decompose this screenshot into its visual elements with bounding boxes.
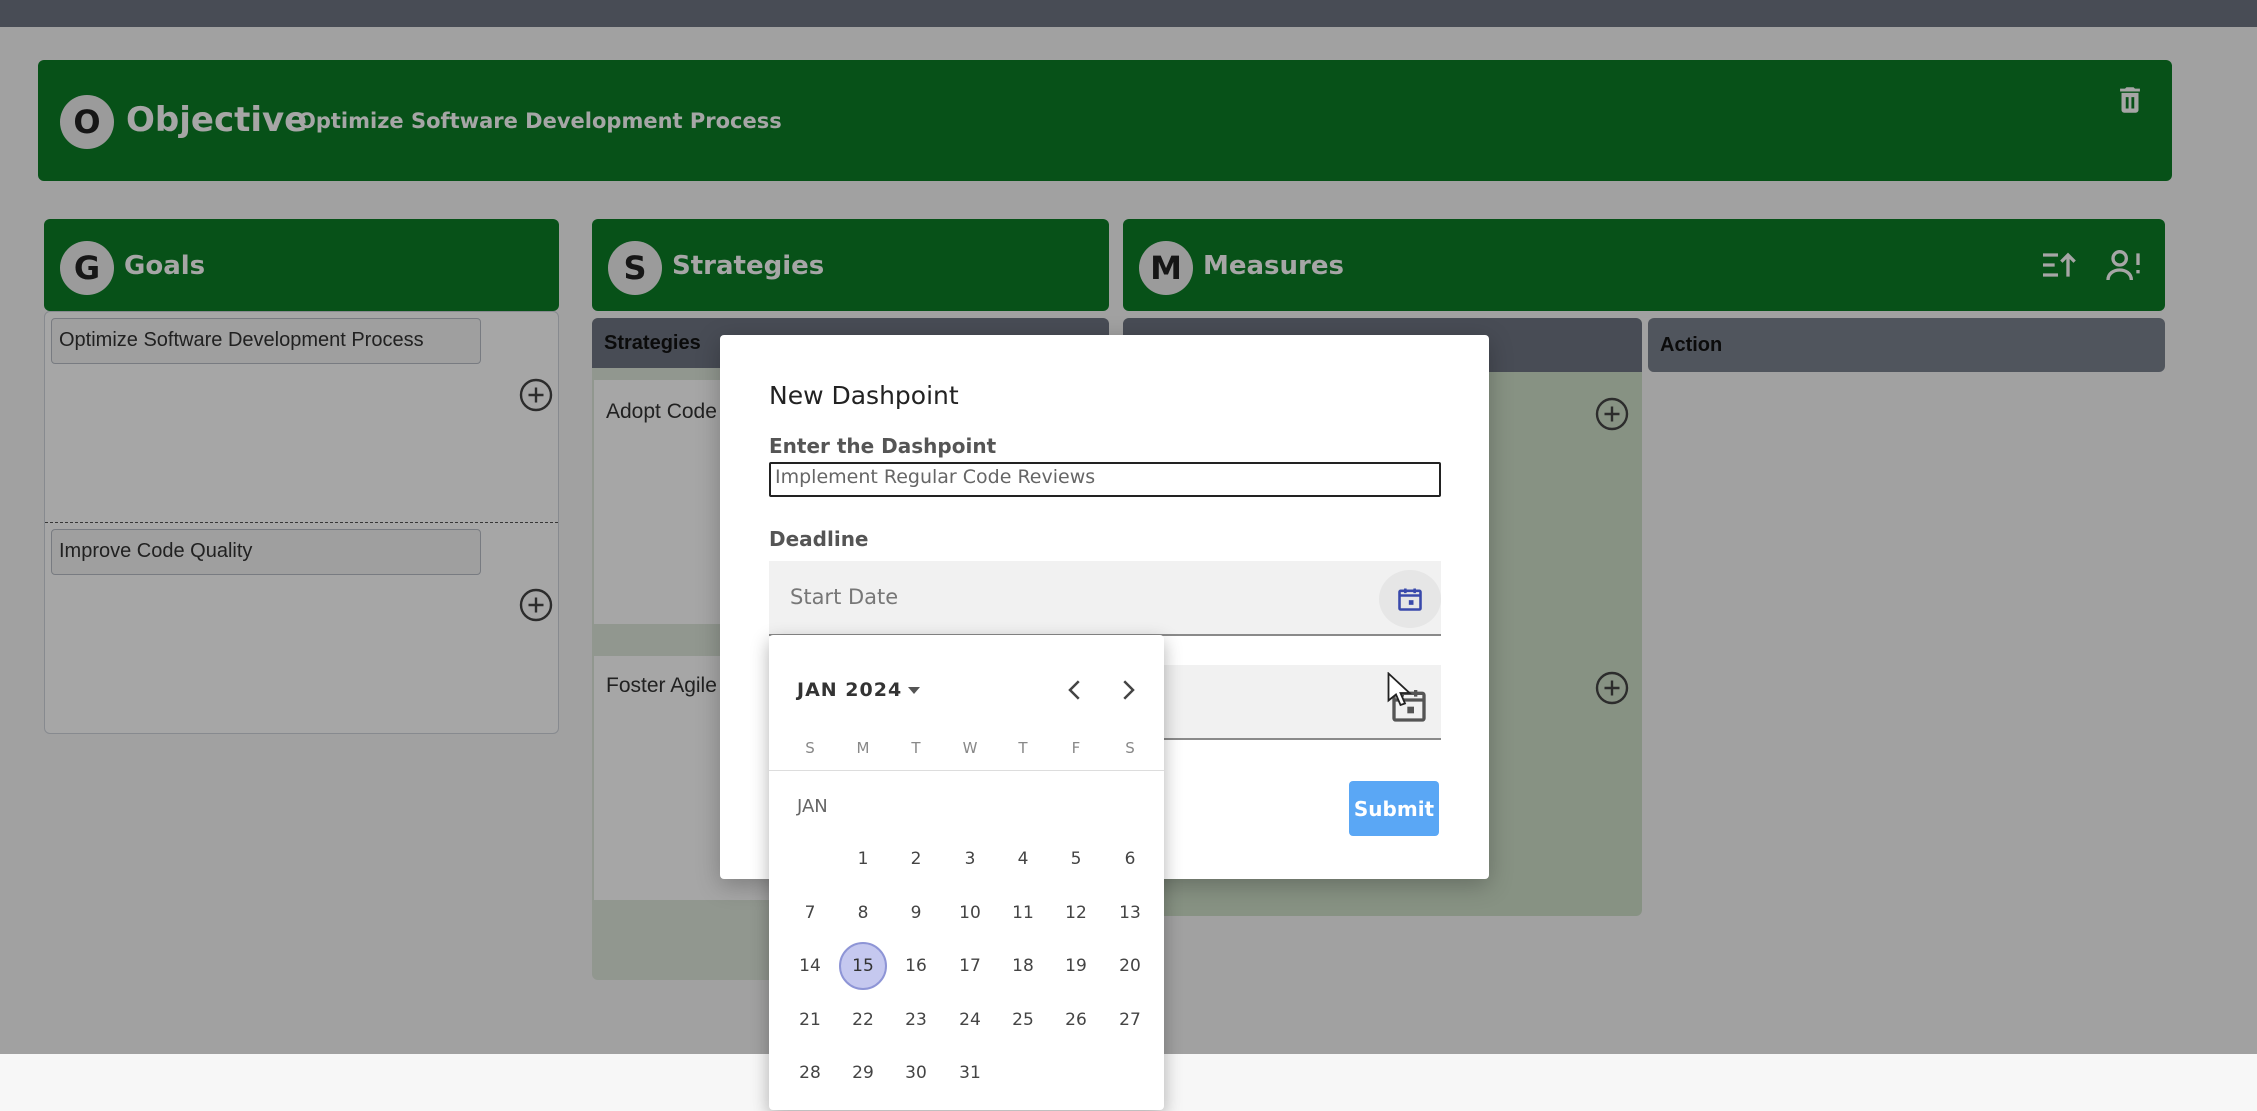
calendar-day[interactable]: 18 bbox=[999, 942, 1047, 990]
calendar-icon bbox=[1398, 588, 1422, 611]
weekday-label: S bbox=[1125, 739, 1135, 757]
weekday-separator bbox=[769, 770, 1164, 771]
calendar-day[interactable]: 19 bbox=[1052, 942, 1100, 990]
weekday-label: T bbox=[1018, 739, 1028, 757]
calendar-day[interactable]: 12 bbox=[1052, 889, 1100, 937]
mouse-cursor-icon bbox=[1387, 672, 1412, 707]
weekday-label: W bbox=[962, 739, 978, 757]
calendar-day[interactable]: 25 bbox=[999, 996, 1047, 1044]
calendar-day[interactable]: 17 bbox=[946, 942, 994, 990]
deadline-label: Deadline bbox=[769, 527, 869, 551]
weekday-label: F bbox=[1071, 739, 1081, 757]
calendar-day[interactable]: 28 bbox=[786, 1049, 834, 1097]
calendar-day[interactable]: 9 bbox=[892, 889, 940, 937]
calendar-day[interactable]: 1 bbox=[839, 835, 887, 883]
weekday-label: M bbox=[856, 739, 870, 757]
date-picker-popup: JAN 2024 SMTWTFS JAN 1 2 3 4 5 6 7 8 9 10 11 12 13 14… bbox=[769, 635, 1164, 1110]
calendar-day[interactable]: 30 bbox=[892, 1049, 940, 1097]
calendar-day[interactable]: 11 bbox=[999, 889, 1047, 937]
calendar-day[interactable]: 27 bbox=[1106, 996, 1154, 1044]
calendar-day[interactable]: 21 bbox=[786, 996, 834, 1044]
calendar-day[interactable]: 20 bbox=[1106, 942, 1154, 990]
weekday-label: T bbox=[911, 739, 921, 757]
calendar-day[interactable]: 29 bbox=[839, 1049, 887, 1097]
start-date-placeholder: Start Date bbox=[790, 585, 899, 609]
caret-down-icon bbox=[908, 687, 921, 694]
month-label: JAN bbox=[797, 796, 828, 817]
calendar-day[interactable]: 23 bbox=[892, 996, 940, 1044]
calendar-day[interactable]: 7 bbox=[786, 889, 834, 937]
dialog-title: New Dashpoint bbox=[769, 381, 959, 410]
calendar-day[interactable]: 4 bbox=[999, 835, 1047, 883]
month-year-select[interactable]: JAN 2024 bbox=[797, 679, 921, 701]
calendar-day[interactable]: 24 bbox=[946, 996, 994, 1044]
month-year-label: JAN 2024 bbox=[797, 679, 903, 701]
selected-day[interactable]: 15 bbox=[839, 942, 887, 990]
calendar-day[interactable]: 8 bbox=[839, 889, 887, 937]
calendar-day[interactable]: 10 bbox=[946, 889, 994, 937]
submit-button[interactable]: Submit bbox=[1349, 781, 1439, 836]
calendar-day[interactable]: 5 bbox=[1052, 835, 1100, 883]
dashpoint-label: Enter the Dashpoint bbox=[769, 434, 997, 458]
calendar-day[interactable]: 2 bbox=[892, 835, 940, 883]
calendar-day[interactable]: 14 bbox=[786, 942, 834, 990]
chevron-right-icon[interactable] bbox=[1113, 675, 1143, 705]
calendar-day[interactable]: 16 bbox=[892, 942, 940, 990]
calendar-day[interactable]: 31 bbox=[946, 1049, 994, 1097]
calendar-day[interactable]: 3 bbox=[946, 835, 994, 883]
calendar-day[interactable]: 22 bbox=[839, 996, 887, 1044]
calendar-day[interactable]: 26 bbox=[1052, 996, 1100, 1044]
chevron-left-icon[interactable] bbox=[1060, 675, 1090, 705]
start-date-calendar-button[interactable] bbox=[1379, 570, 1441, 628]
calendar-day[interactable]: 6 bbox=[1106, 835, 1154, 883]
start-date-field[interactable]: Start Date bbox=[769, 561, 1441, 636]
calendar-day[interactable]: 13 bbox=[1106, 889, 1154, 937]
weekday-label: S bbox=[805, 739, 815, 757]
dashpoint-input[interactable]: Implement Regular Code Reviews bbox=[769, 462, 1441, 497]
